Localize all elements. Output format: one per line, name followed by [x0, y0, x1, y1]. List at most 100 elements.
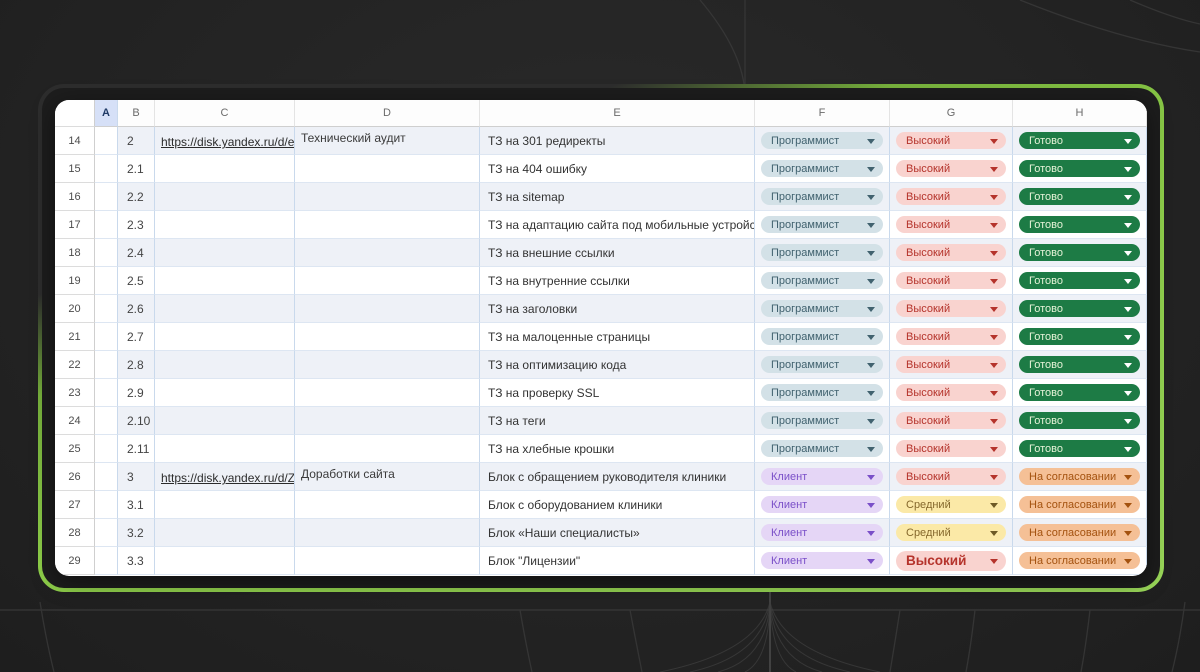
cell-g-priority[interactable]: Высокий: [890, 351, 1013, 379]
status-dropdown-chip[interactable]: На согласовании: [1019, 524, 1140, 541]
priority-dropdown-chip[interactable]: Высокий: [896, 132, 1006, 149]
cell-g-priority[interactable]: Высокий: [890, 435, 1013, 463]
cell-d-section[interactable]: [295, 295, 480, 323]
cell-b-number[interactable]: 2.1: [118, 155, 155, 183]
cell-f-role[interactable]: Программист: [755, 127, 890, 155]
role-dropdown-chip[interactable]: Программист: [761, 272, 883, 289]
status-dropdown-chip[interactable]: Готово: [1019, 188, 1140, 205]
cell-c-link[interactable]: [155, 519, 295, 547]
cell-h-status[interactable]: На согласовании: [1013, 519, 1147, 547]
cell-a[interactable]: [95, 155, 118, 183]
status-dropdown-chip[interactable]: Готово: [1019, 328, 1140, 345]
cell-h-status[interactable]: Готово: [1013, 323, 1147, 351]
status-dropdown-chip[interactable]: Готово: [1019, 300, 1140, 317]
cell-b-number[interactable]: 2.8: [118, 351, 155, 379]
cell-d-section[interactable]: [295, 183, 480, 211]
cell-g-priority[interactable]: Высокий: [890, 267, 1013, 295]
cell-a[interactable]: [95, 127, 118, 155]
cell-b-number[interactable]: 2.3: [118, 211, 155, 239]
cell-e-task[interactable]: ТЗ на проверку SSL: [480, 379, 755, 407]
cell-c-link[interactable]: [155, 239, 295, 267]
cell-e-task[interactable]: Блок «Наши специалисты»: [480, 519, 755, 547]
cell-c-link[interactable]: [155, 267, 295, 295]
role-dropdown-chip[interactable]: Программист: [761, 188, 883, 205]
cell-a[interactable]: [95, 183, 118, 211]
cell-e-task[interactable]: ТЗ на 301 редиректы: [480, 127, 755, 155]
row-header-16[interactable]: 16: [55, 183, 95, 211]
cell-f-role[interactable]: Программист: [755, 295, 890, 323]
status-dropdown-chip[interactable]: На согласовании: [1019, 468, 1140, 485]
column-header-B[interactable]: B: [118, 100, 155, 127]
cell-e-task[interactable]: ТЗ на оптимизацию кода: [480, 351, 755, 379]
row-header-19[interactable]: 19: [55, 267, 95, 295]
cell-d-section[interactable]: [295, 155, 480, 183]
cell-d-section[interactable]: [295, 351, 480, 379]
row-header-20[interactable]: 20: [55, 295, 95, 323]
row-header-21[interactable]: 21: [55, 323, 95, 351]
cell-d-section[interactable]: [295, 239, 480, 267]
cell-h-status[interactable]: Готово: [1013, 267, 1147, 295]
cell-b-number[interactable]: 2.9: [118, 379, 155, 407]
cell-h-status[interactable]: Готово: [1013, 183, 1147, 211]
cell-e-task[interactable]: ТЗ на малоценные страницы: [480, 323, 755, 351]
cell-g-priority[interactable]: Средний: [890, 491, 1013, 519]
cell-d-section[interactable]: [295, 435, 480, 463]
column-header-G[interactable]: G: [890, 100, 1013, 127]
cell-f-role[interactable]: Программист: [755, 435, 890, 463]
cell-c-link[interactable]: [155, 491, 295, 519]
cell-b-number[interactable]: 2.7: [118, 323, 155, 351]
cell-f-role[interactable]: Программист: [755, 183, 890, 211]
priority-dropdown-chip[interactable]: Высокий: [896, 440, 1006, 457]
priority-dropdown-chip[interactable]: Высокий: [896, 551, 1006, 571]
priority-dropdown-chip[interactable]: Высокий: [896, 356, 1006, 373]
cell-c-link[interactable]: [155, 547, 295, 575]
cell-h-status[interactable]: На согласовании: [1013, 491, 1147, 519]
cell-c-link[interactable]: [155, 379, 295, 407]
role-dropdown-chip[interactable]: Программист: [761, 216, 883, 233]
cell-f-role[interactable]: Программист: [755, 267, 890, 295]
cell-f-role[interactable]: Программист: [755, 407, 890, 435]
column-header-E[interactable]: E: [480, 100, 755, 127]
cell-e-task[interactable]: ТЗ на адаптацию сайта под мобильные устр…: [480, 211, 755, 239]
cell-f-role[interactable]: Программист: [755, 323, 890, 351]
cell-d-section[interactable]: [295, 323, 480, 351]
row-header-15[interactable]: 15: [55, 155, 95, 183]
column-header-C[interactable]: C: [155, 100, 295, 127]
cell-f-role[interactable]: Программист: [755, 351, 890, 379]
cell-a[interactable]: [95, 519, 118, 547]
row-header-25[interactable]: 25: [55, 435, 95, 463]
cell-a[interactable]: [95, 435, 118, 463]
cell-d-section[interactable]: [295, 379, 480, 407]
cell-d-section[interactable]: [295, 519, 480, 547]
role-dropdown-chip[interactable]: Клиент: [761, 496, 883, 513]
cell-c-link[interactable]: [155, 295, 295, 323]
cell-f-role[interactable]: Клиент: [755, 463, 890, 491]
row-header-23[interactable]: 23: [55, 379, 95, 407]
cell-f-role[interactable]: Программист: [755, 211, 890, 239]
priority-dropdown-chip[interactable]: Высокий: [896, 328, 1006, 345]
role-dropdown-chip[interactable]: Программист: [761, 384, 883, 401]
status-dropdown-chip[interactable]: Готово: [1019, 160, 1140, 177]
priority-dropdown-chip[interactable]: Высокий: [896, 272, 1006, 289]
cell-c-link[interactable]: [155, 183, 295, 211]
role-dropdown-chip[interactable]: Программист: [761, 440, 883, 457]
row-header-26[interactable]: 26: [55, 463, 95, 491]
role-dropdown-chip[interactable]: Программист: [761, 300, 883, 317]
cell-h-status[interactable]: Готово: [1013, 407, 1147, 435]
cell-h-status[interactable]: Готово: [1013, 155, 1147, 183]
role-dropdown-chip[interactable]: Клиент: [761, 552, 883, 569]
cell-g-priority[interactable]: Высокий: [890, 463, 1013, 491]
cell-g-priority[interactable]: Высокий: [890, 323, 1013, 351]
column-header-A[interactable]: A: [95, 100, 118, 127]
cell-a[interactable]: [95, 491, 118, 519]
yandex-disk-link[interactable]: https://disk.yandex.ru/d/Z: [161, 471, 295, 485]
cell-d-section[interactable]: [295, 491, 480, 519]
row-header-14[interactable]: 14: [55, 127, 95, 155]
cell-g-priority[interactable]: Высокий: [890, 239, 1013, 267]
row-header-17[interactable]: 17: [55, 211, 95, 239]
cell-c-link[interactable]: [155, 155, 295, 183]
cell-c-link[interactable]: https://disk.yandex.ru/d/Z: [155, 463, 295, 491]
cell-f-role[interactable]: Клиент: [755, 519, 890, 547]
column-header-H[interactable]: H: [1013, 100, 1147, 127]
role-dropdown-chip[interactable]: Программист: [761, 160, 883, 177]
